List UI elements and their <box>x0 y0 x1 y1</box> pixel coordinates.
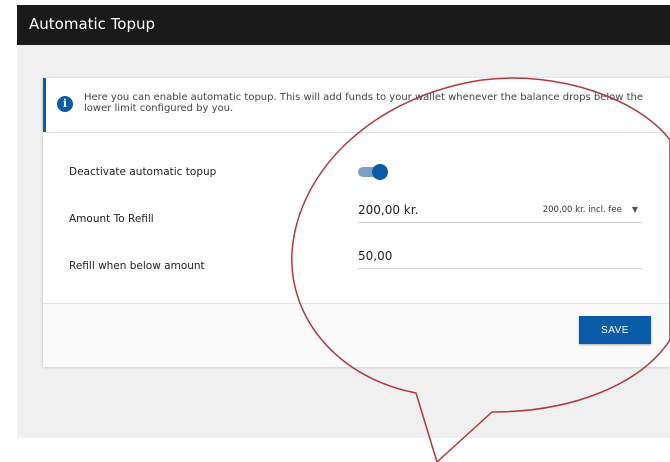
amount-fee-select[interactable]: 200,00 kr. incl. fee ▼ <box>543 205 638 215</box>
caret-down-icon[interactable]: ▼ <box>632 205 638 214</box>
amount-select[interactable]: 200,00 kr. 200,00 kr. incl. fee ▼ <box>358 200 642 223</box>
automatic-topup-toggle[interactable] <box>358 164 388 180</box>
page-title: Automatic Topup <box>29 15 156 33</box>
card-footer: SAVE <box>43 303 670 367</box>
title-bar: Automatic Topup <box>17 5 670 45</box>
amount-label: Amount To Refill <box>69 213 154 225</box>
threshold-input[interactable] <box>358 249 538 263</box>
topup-settings-card: i Here you can enable automatic topup. T… <box>43 78 670 367</box>
toggle-label: Deactivate automatic topup <box>69 166 217 178</box>
threshold-field[interactable] <box>358 246 642 269</box>
toggle-knob <box>372 164 388 180</box>
save-button[interactable]: SAVE <box>579 316 651 344</box>
info-text: Here you can enable automatic topup. Thi… <box>84 92 643 114</box>
app-frame: Automatic Topup i Here you can enable au… <box>17 5 670 438</box>
info-banner: i Here you can enable automatic topup. T… <box>43 78 670 133</box>
info-accent-bar <box>43 78 46 132</box>
amount-fee-text: 200,00 kr. incl. fee <box>542 205 622 215</box>
amount-value: 200,00 kr. <box>358 203 419 217</box>
threshold-label: Refill when below amount <box>69 260 205 272</box>
info-icon: i <box>57 96 73 112</box>
